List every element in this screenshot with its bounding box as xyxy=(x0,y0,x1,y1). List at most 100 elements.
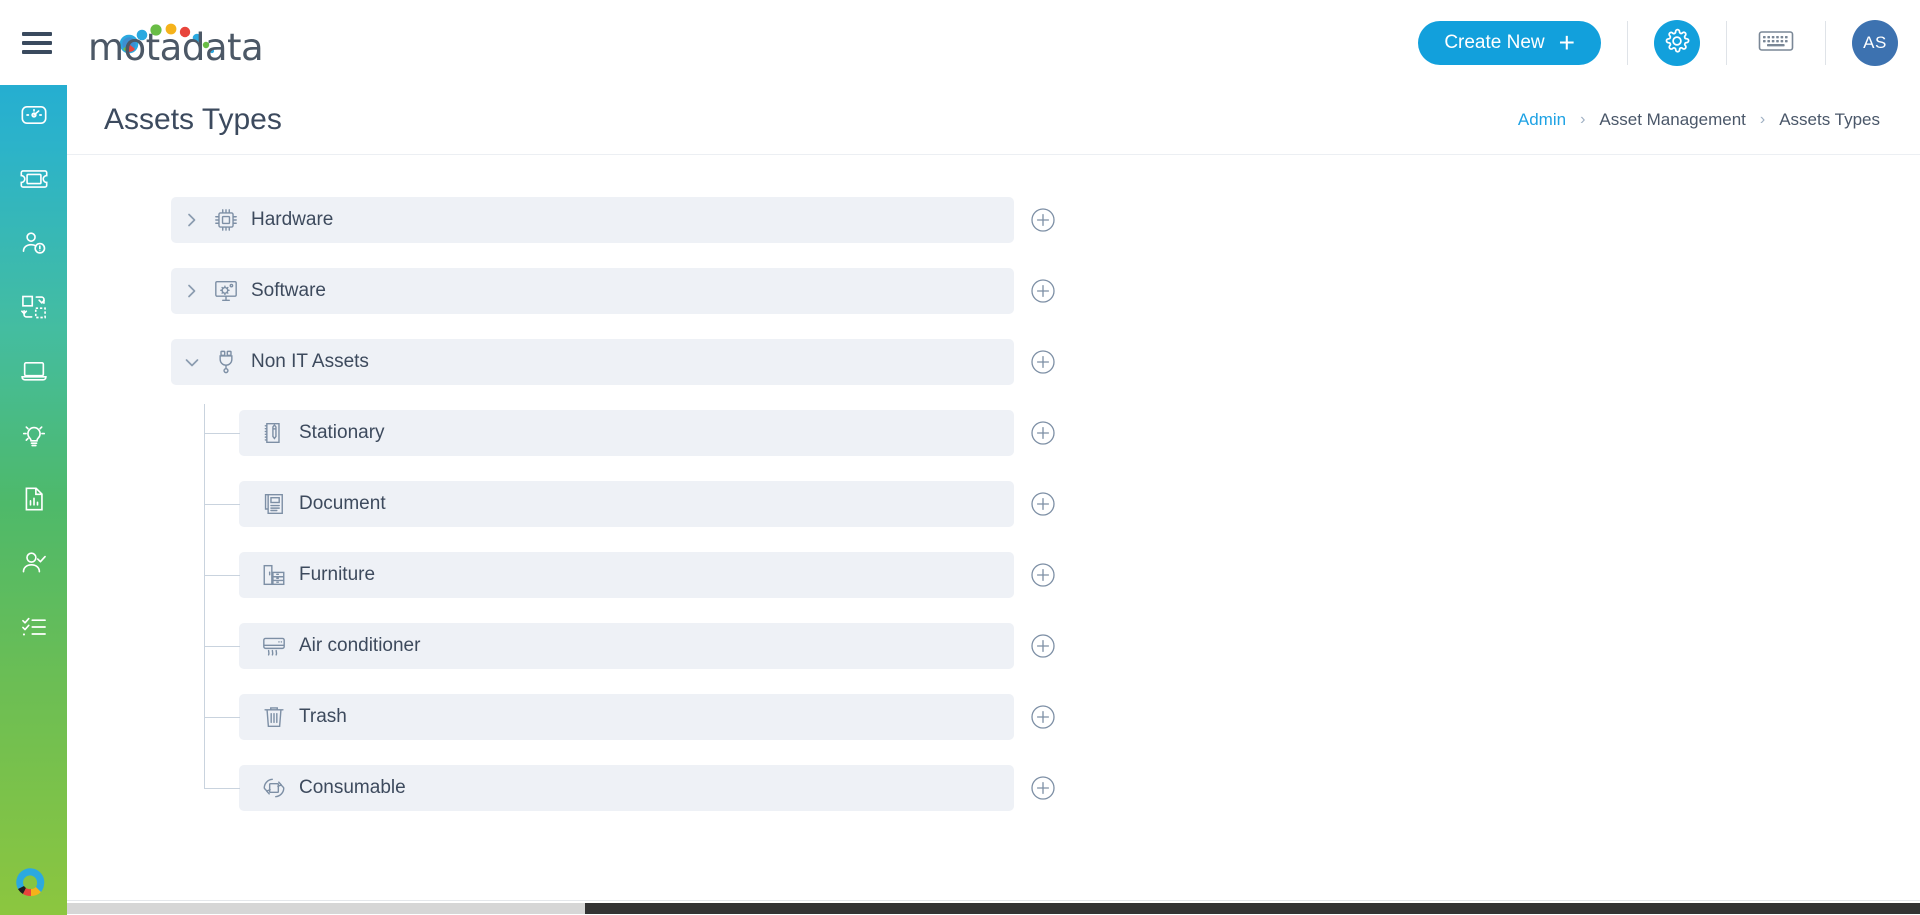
report-file-icon xyxy=(20,485,48,518)
chevron-right-icon[interactable] xyxy=(181,209,203,231)
tree-row-furniture[interactable]: Furniture xyxy=(239,552,1014,598)
sidebar-item-users[interactable] xyxy=(0,213,67,277)
keyboard-shortcuts-button[interactable] xyxy=(1753,20,1799,66)
scrollbar-track-left[interactable] xyxy=(67,903,585,914)
air-conditioner-icon xyxy=(259,631,289,661)
checklist-icon xyxy=(20,613,48,646)
header-actions: Create New + AS xyxy=(1418,0,1920,85)
page-header: Assets Types Admin › Asset Management › … xyxy=(67,85,1920,155)
breadcrumb-item-assets-types: Assets Types xyxy=(1779,109,1880,129)
tree-label: Hardware xyxy=(251,209,334,230)
assets-types-tree-panel: Hardware Software Non IT Assets Stationa… xyxy=(67,155,1920,900)
left-navigation-rail xyxy=(0,0,67,915)
tree-label: Air conditioner xyxy=(299,635,421,656)
tree-node-furniture: Furniture xyxy=(67,552,1920,598)
transfer-boxes-icon xyxy=(20,293,48,326)
create-new-label: Create New xyxy=(1444,31,1545,53)
header-divider-2 xyxy=(1726,20,1727,65)
tree-row: Stationary xyxy=(67,410,1920,456)
avatar[interactable]: AS xyxy=(1852,19,1898,66)
chevron-right-icon: › xyxy=(1759,110,1766,128)
page-title: Assets Types xyxy=(104,102,282,136)
keyboard-icon xyxy=(1758,28,1794,57)
tree-children-non-it-assets: Stationary Document Furniture Air condit… xyxy=(67,404,1920,811)
tree-row-document[interactable]: Document xyxy=(239,481,1014,527)
tree-node-document: Document xyxy=(67,481,1920,527)
lightbulb-icon xyxy=(20,421,48,454)
tree-row: Air conditioner xyxy=(67,623,1920,669)
hamburger-icon[interactable] xyxy=(22,31,52,54)
sidebar-item-approvals[interactable] xyxy=(0,533,67,597)
chevron-right-icon[interactable] xyxy=(181,280,203,302)
ticket-icon xyxy=(19,165,49,198)
furniture-icon xyxy=(259,560,289,590)
notebook-pen-icon xyxy=(259,418,289,448)
user-check-icon xyxy=(20,549,48,582)
add-child-button-stationary[interactable] xyxy=(1030,420,1056,446)
logo-text: motadata xyxy=(88,25,264,69)
motadata-mark-icon xyxy=(10,861,52,903)
tree-row: Furniture xyxy=(67,552,1920,598)
assets-types-tree: Hardware Software Non IT Assets Stationa… xyxy=(67,197,1920,811)
tree-node-consumable: Consumable xyxy=(67,765,1920,811)
header-divider-1 xyxy=(1627,20,1628,65)
tree-row-software[interactable]: Software xyxy=(171,268,1014,314)
tree-label: Trash xyxy=(299,706,347,727)
tree-row: Consumable xyxy=(67,765,1920,811)
gauge-icon xyxy=(20,101,48,134)
tree-node-software: Software xyxy=(67,268,1920,314)
tree-label: Stationary xyxy=(299,422,385,443)
sidebar-item-dashboard[interactable] xyxy=(0,85,67,149)
chip-icon xyxy=(211,205,241,235)
add-child-button-document[interactable] xyxy=(1030,491,1056,517)
tree-row-air-conditioner[interactable]: Air conditioner xyxy=(239,623,1014,669)
add-child-button-non-it-assets[interactable] xyxy=(1030,349,1056,375)
laptop-icon xyxy=(20,357,48,390)
breadcrumb-item-asset-management[interactable]: Asset Management xyxy=(1599,110,1745,130)
create-new-button[interactable]: Create New + xyxy=(1418,20,1601,65)
sidebar-item-workflow[interactable] xyxy=(0,277,67,341)
tree-label: Non IT Assets xyxy=(251,351,369,372)
sidebar-item-assets[interactable] xyxy=(0,341,67,405)
settings-button[interactable] xyxy=(1654,19,1700,66)
tree-node-stationary: Stationary xyxy=(67,410,1920,456)
sidebar-item-reports[interactable] xyxy=(0,469,67,533)
tree-node-non-it-assets: Non IT Assets Stationary Document Furnit… xyxy=(67,339,1920,811)
tree-node-trash: Trash xyxy=(67,694,1920,740)
header-divider-3 xyxy=(1825,20,1826,65)
tree-row: Non IT Assets xyxy=(67,339,1920,385)
document-icon xyxy=(259,489,289,519)
sidebar-item-tickets[interactable] xyxy=(0,149,67,213)
trash-icon xyxy=(259,702,289,732)
add-child-button-air-conditioner[interactable] xyxy=(1030,633,1056,659)
gear-icon xyxy=(1664,28,1690,57)
motadata-logo: motadata xyxy=(88,15,264,71)
horizontal-scrollbar[interactable] xyxy=(67,900,1920,915)
add-child-button-software[interactable] xyxy=(1030,278,1056,304)
add-child-button-trash[interactable] xyxy=(1030,704,1056,730)
add-child-button-hardware[interactable] xyxy=(1030,207,1056,233)
tree-label: Consumable xyxy=(299,777,406,798)
chevron-down-icon[interactable] xyxy=(181,351,203,373)
tree-label: Document xyxy=(299,493,386,514)
add-child-button-furniture[interactable] xyxy=(1030,562,1056,588)
breadcrumb-item-admin[interactable]: Admin xyxy=(1518,110,1566,130)
avatar-initials: AS xyxy=(1863,32,1887,52)
tree-row-hardware[interactable]: Hardware xyxy=(171,197,1014,243)
recycle-box-icon xyxy=(259,773,289,803)
scrollbar-thumb[interactable] xyxy=(585,903,1920,914)
tree-node-air-conditioner: Air conditioner xyxy=(67,623,1920,669)
tree-row-non-it-assets[interactable]: Non IT Assets xyxy=(171,339,1014,385)
tree-label: Furniture xyxy=(299,564,376,585)
add-child-button-consumable[interactable] xyxy=(1030,775,1056,801)
sidebar-item-tasks[interactable] xyxy=(0,597,67,661)
tree-row-stationary[interactable]: Stationary xyxy=(239,410,1014,456)
plus-icon: + xyxy=(1558,26,1575,58)
tree-row-consumable[interactable]: Consumable xyxy=(239,765,1014,811)
chevron-right-icon: › xyxy=(1580,110,1586,128)
tree-row-trash[interactable]: Trash xyxy=(239,694,1014,740)
tree-node-hardware: Hardware xyxy=(67,197,1920,243)
sidebar-item-knowledge[interactable] xyxy=(0,405,67,469)
tree-label: Software xyxy=(251,280,326,301)
tree-row: Hardware xyxy=(67,197,1920,243)
